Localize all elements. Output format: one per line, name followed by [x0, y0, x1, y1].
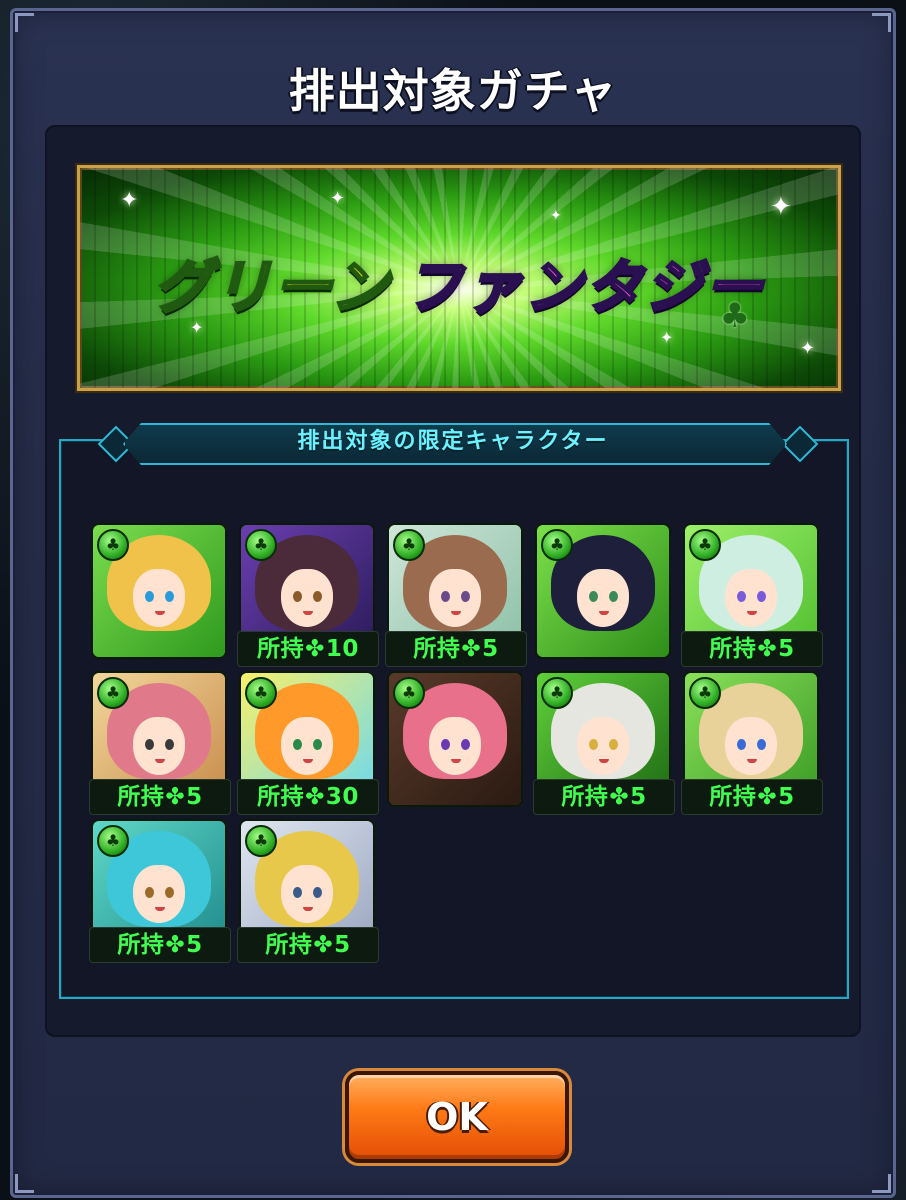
owned-count-badge: 所持✤30: [237, 779, 379, 815]
sparkle-icon: ✦: [330, 188, 346, 209]
character-card[interactable]: ♣ 所持✤30: [237, 671, 379, 815]
wood-element-icon: ♣: [97, 529, 129, 561]
corner-ornament: [872, 1174, 891, 1193]
sparkle-icon: ✦: [800, 338, 816, 359]
clover-icon: ✤: [757, 636, 778, 662]
dialog-title: 排出対象ガチャ: [288, 64, 618, 118]
sparkle-icon: ✦: [660, 328, 674, 347]
wood-element-icon: ♣: [541, 529, 573, 561]
clover-icon: ✤: [165, 932, 186, 958]
wood-element-icon: ♣: [245, 825, 277, 857]
section-title: 排出対象の限定キャラクター: [297, 429, 609, 454]
character-card[interactable]: ♣ 所持✤5: [681, 671, 823, 815]
clover-icon: ✤: [461, 636, 482, 662]
character-card[interactable]: ♣: [535, 523, 673, 663]
clover-icon: ✤: [305, 636, 325, 662]
owned-count-badge: 所持✤5: [385, 631, 527, 667]
gacha-banner: ✦ ✦ ✦ ✦ ✦ ✦ ✦ グリーン ファンタジー ♣: [77, 165, 841, 391]
ok-button[interactable]: OK: [345, 1071, 569, 1163]
wood-element-icon: ♣: [97, 677, 129, 709]
owned-count-badge: 所持✤5: [681, 779, 823, 815]
owned-count-badge: 所持✤5: [681, 631, 823, 667]
wood-element-icon: ♣: [97, 825, 129, 857]
clover-icon: ✤: [305, 784, 325, 810]
dialog-body: ✦ ✦ ✦ ✦ ✦ ✦ ✦ グリーン ファンタジー ♣ 排出対象の限定キャラクター…: [45, 125, 861, 1037]
character-card[interactable]: ♣ 所持✤5: [89, 671, 231, 815]
corner-ornament: [15, 1174, 34, 1193]
wood-element-icon: ♣: [393, 677, 425, 709]
character-card[interactable]: ♣ 所持✤10: [237, 523, 379, 667]
character-card[interactable]: ♣ 所持✤5: [237, 819, 379, 963]
character-list-panel: 排出対象の限定キャラクター ♣ ♣ 所持✤10 ♣ 所持✤5 ♣ ♣ 所持✤5 ♣ 所持✤5 ♣ 所持…: [59, 439, 849, 999]
owned-count-badge: 所持✤5: [89, 779, 231, 815]
gacha-dialog: 排出対象ガチャ ✦ ✦ ✦ ✦ ✦ ✦ ✦ グリーン ファンタジー ♣ 排出対象の…: [10, 8, 896, 1198]
clover-icon: ✤: [757, 784, 778, 810]
corner-ornament: [872, 13, 891, 32]
sparkle-icon: ✦: [550, 208, 562, 224]
banner-title-part2: ファンタジー: [403, 252, 765, 323]
character-grid: ♣ ♣ 所持✤10 ♣ 所持✤5 ♣ ♣ 所持✤5 ♣ 所持✤5 ♣ 所持✤30 ♣ ♣ 所持✤5 ♣ 所持✤5…: [89, 523, 831, 963]
character-card[interactable]: ♣ 所持✤5: [385, 523, 527, 667]
character-card[interactable]: ♣ 所持✤5: [681, 523, 823, 667]
clover-icon: ✤: [165, 784, 186, 810]
character-card[interactable]: ♣ 所持✤5: [533, 671, 675, 815]
sparkle-icon: ✦: [120, 188, 139, 213]
corner-ornament: [15, 13, 34, 32]
character-portrait: ♣: [91, 523, 227, 659]
wood-element-icon: ♣: [689, 677, 721, 709]
wood-element-icon: ♣: [689, 529, 721, 561]
character-portrait: ♣: [387, 671, 523, 807]
wood-element-icon: ♣: [541, 677, 573, 709]
owned-count-badge: 所持✤5: [237, 927, 379, 963]
character-card[interactable]: ♣: [91, 523, 229, 663]
clover-icon: ✤: [609, 784, 630, 810]
wood-element-icon: ♣: [245, 529, 277, 561]
wood-element-icon: ♣: [245, 677, 277, 709]
character-card[interactable]: ♣: [387, 671, 525, 811]
sparkle-icon: ✦: [770, 192, 792, 222]
wood-element-icon: ♣: [393, 529, 425, 561]
clover-icon: ♣: [719, 296, 750, 336]
clover-icon: ✤: [313, 932, 334, 958]
owned-count-badge: 所持✤10: [237, 631, 379, 667]
owned-count-badge: 所持✤5: [89, 927, 231, 963]
character-portrait: ♣: [535, 523, 671, 659]
banner-title-part1: グリーン: [152, 252, 391, 323]
character-card[interactable]: ♣ 所持✤5: [89, 819, 231, 963]
owned-count-badge: 所持✤5: [533, 779, 675, 815]
